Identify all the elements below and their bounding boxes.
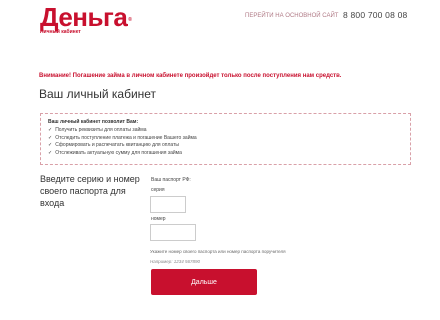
- passport-hint: Укажите номер своего паспорта или номер …: [150, 249, 286, 254]
- passport-label: Ваш паспорт РФ:: [151, 177, 191, 183]
- list-item-text: Отследить поступление платежа и погашени…: [55, 134, 197, 141]
- series-label: серия: [151, 187, 165, 193]
- logo-text: Деньга: [40, 2, 128, 32]
- list-item: ✓ Отследить поступление платежа и погаше…: [48, 135, 403, 143]
- check-icon: ✓: [48, 149, 53, 156]
- repayment-notice: Внимание! Погашение займа в личном кабин…: [39, 73, 342, 79]
- logo[interactable]: Деньга®: [40, 2, 132, 32]
- list-item: ✓ Получить реквизиты для оплаты займа: [48, 127, 403, 135]
- registered-mark: ®: [128, 17, 132, 23]
- list-item-text: Получить реквизиты для оплаты займа: [55, 127, 147, 133]
- next-button[interactable]: Дальше: [151, 269, 257, 295]
- main-site-link[interactable]: ПЕРЕЙТИ НА ОСНОВНОЙ САЙТ: [245, 13, 338, 19]
- page-title: Ваш личный кабинет: [39, 87, 157, 101]
- info-title: Ваш личный кабинет позволит Вам:: [48, 119, 139, 125]
- passport-example: Например: 1234 567890: [150, 259, 201, 264]
- number-label: номер: [151, 216, 166, 222]
- list-item-text: Отслеживать актуальную сумму для погашен…: [55, 149, 182, 156]
- login-prompt: Введите серию и номер своего паспорта дл…: [40, 174, 140, 208]
- check-icon: ✓: [48, 127, 53, 133]
- passport-series-input[interactable]: [150, 196, 186, 213]
- logo-subtitle: Личный кабинет: [40, 29, 81, 35]
- check-icon: ✓: [48, 134, 53, 141]
- list-item: ✓ Отслеживать актуальную сумму для погаш…: [48, 150, 403, 158]
- phone-number: 8 800 700 08 08: [343, 10, 408, 20]
- list-item: ✓ Сформировать и распечатать квитанцию д…: [48, 142, 403, 150]
- passport-number-input[interactable]: [150, 224, 196, 241]
- check-icon: ✓: [48, 142, 53, 148]
- features-list: ✓ Получить реквизиты для оплаты займа ✓ …: [48, 127, 403, 157]
- features-info-box: Ваш личный кабинет позволит Вам: ✓ Получ…: [40, 113, 411, 165]
- list-item-text: Сформировать и распечатать квитанцию для…: [55, 142, 179, 148]
